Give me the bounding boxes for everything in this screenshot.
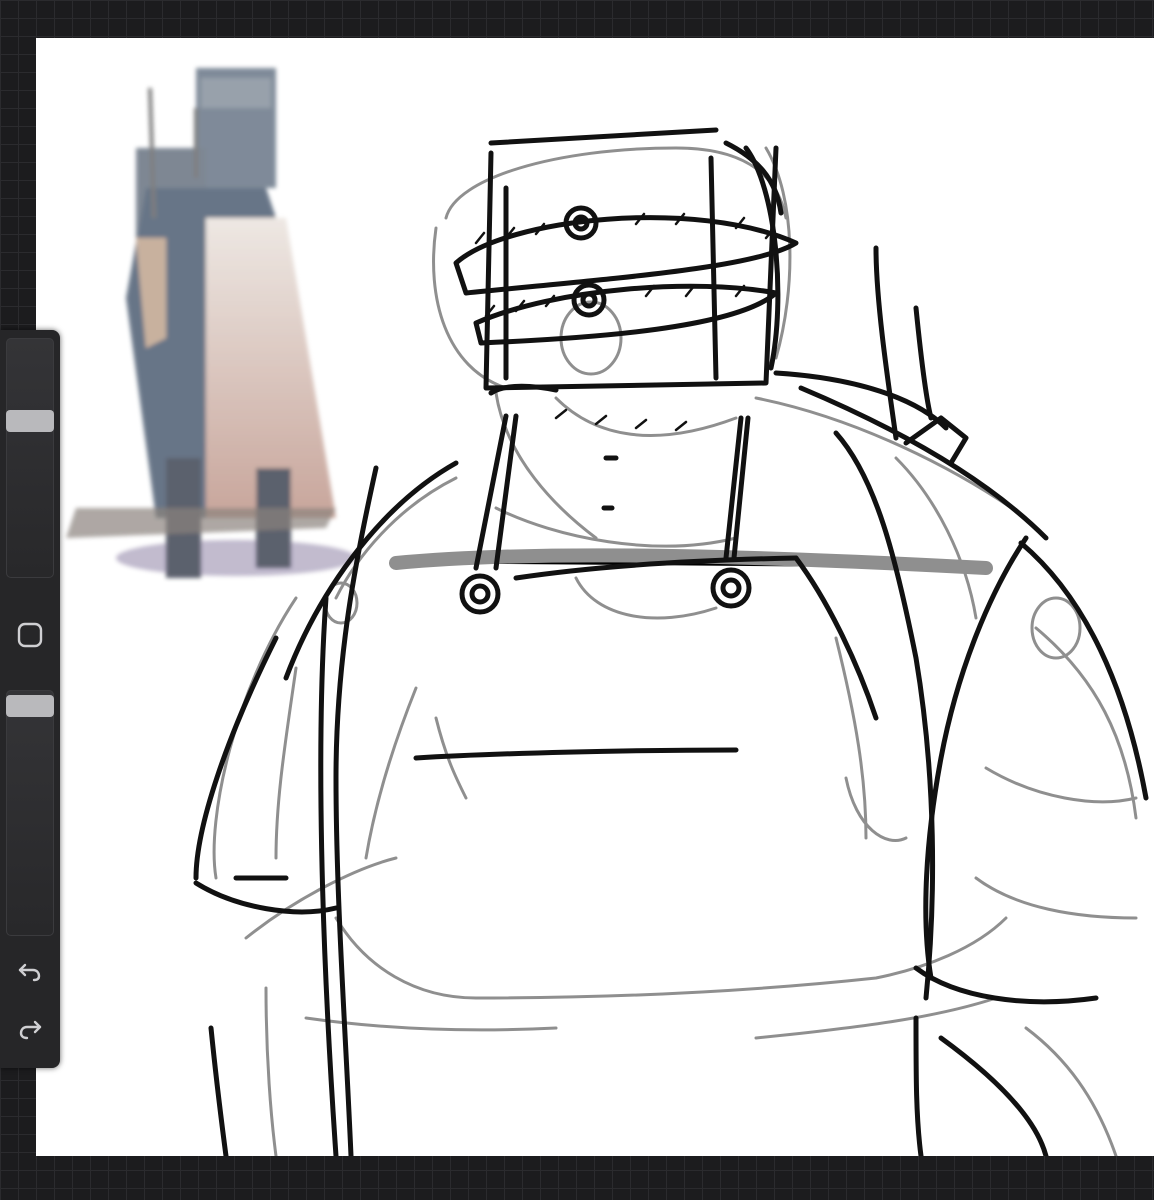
- brush-size-slider[interactable]: [6, 338, 54, 578]
- barbed-wire-marks: [474, 212, 776, 432]
- tool-sidebar: [0, 330, 60, 1068]
- undo-button[interactable]: [8, 951, 52, 991]
- modify-button[interactable]: [8, 615, 52, 655]
- redo-icon: [19, 1020, 42, 1040]
- sketch-artwork: [193, 127, 1149, 1156]
- ink-sketch-lines: [193, 127, 1149, 1156]
- rough-sketch-lines: [212, 146, 1138, 1156]
- brush-opacity-slider[interactable]: [6, 690, 54, 936]
- brush-size-handle[interactable]: [6, 410, 54, 432]
- undo-icon: [18, 963, 41, 982]
- brush-opacity-handle[interactable]: [6, 695, 54, 717]
- square-icon: [17, 622, 43, 648]
- drawing-canvas[interactable]: [36, 38, 1154, 1156]
- redo-button[interactable]: [8, 1011, 52, 1051]
